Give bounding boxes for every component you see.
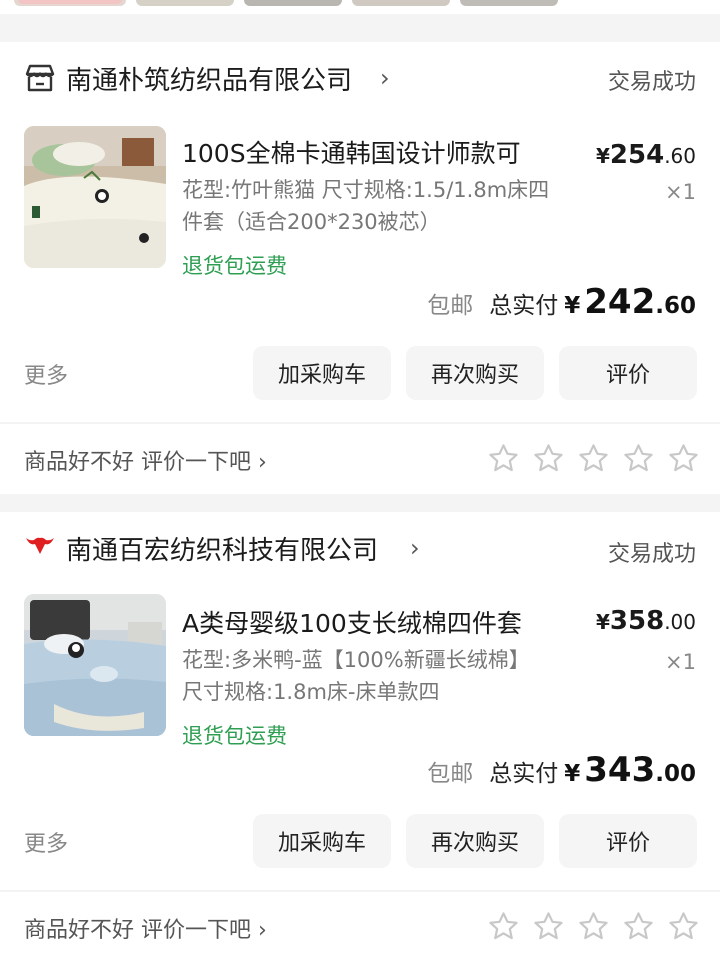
free-shipping-label: 包邮 <box>427 293 474 319</box>
product-image[interactable] <box>24 594 166 736</box>
order-status: 交易成功 <box>607 542 696 567</box>
order-status: 交易成功 <box>607 70 696 95</box>
unit-price: ¥254.60 <box>595 140 696 170</box>
divider <box>0 422 720 424</box>
product-spec: 花型:竹叶熊猫 尺寸规格:1.5/1.8m床四件套（适合200*230被芯） <box>182 178 550 234</box>
more-link[interactable]: 更多 <box>24 358 68 390</box>
rating-stars <box>487 442 700 475</box>
product-title[interactable]: 100S全棉卡通韩国设计师款可 <box>182 134 521 170</box>
more-link[interactable]: 更多 <box>24 826 68 858</box>
refund-shipping-tag: 退货包运费 <box>182 724 287 748</box>
free-shipping-label: 包邮 <box>427 761 474 787</box>
refund-shipping-tag: 退货包运费 <box>182 254 287 278</box>
rate-prompt[interactable]: 商品好不好 评价一下吧 › <box>24 444 267 476</box>
star-icon[interactable] <box>667 910 700 943</box>
star-icon[interactable] <box>622 442 655 475</box>
unit-price: ¥358.00 <box>595 606 696 636</box>
star-icon[interactable] <box>577 910 610 943</box>
chevron-right-icon: › <box>380 64 390 92</box>
total-paid-label: 总实付 <box>489 761 559 787</box>
star-icon[interactable] <box>532 442 565 475</box>
order-card: 南通百宏纺织科技有限公司 › 交易成功 A类母婴级100支长绒棉四件套 花型:多… <box>0 512 720 960</box>
shop-name[interactable]: 南通朴筑纺织品有限公司 <box>66 60 352 97</box>
add-to-cart-button[interactable]: 加采购车 <box>253 346 391 400</box>
quantity: ×1 <box>665 180 696 204</box>
quantity: ×1 <box>665 650 696 674</box>
chevron-right-icon: › <box>251 918 267 943</box>
buy-again-button[interactable]: 再次购买 <box>406 346 544 400</box>
section-gap <box>0 14 720 42</box>
scrolled-thumbnail-strip <box>0 0 720 14</box>
total-paid-amount: 242 <box>584 282 656 322</box>
add-to-cart-button[interactable]: 加采购车 <box>253 814 391 868</box>
product-title[interactable]: A类母婴级100支长绒棉四件套 <box>182 604 522 640</box>
shop-header[interactable]: 南通百宏纺织科技有限公司 › 交易成功 <box>0 512 720 582</box>
review-button[interactable]: 评价 <box>559 814 697 868</box>
store-icon <box>25 64 55 92</box>
order-total: 包邮 总实付 ¥ 343 .00 <box>427 750 696 790</box>
chevron-right-icon: › <box>251 450 267 475</box>
buy-again-button[interactable]: 再次购买 <box>406 814 544 868</box>
star-icon[interactable] <box>487 910 520 943</box>
star-icon[interactable] <box>667 442 700 475</box>
scrolled-thumbnail[interactable] <box>352 0 450 6</box>
rating-stars <box>487 910 700 943</box>
scrolled-thumbnail[interactable] <box>244 0 342 6</box>
shop-header[interactable]: 南通朴筑纺织品有限公司 › 交易成功 <box>0 42 720 112</box>
total-paid-amount: 343 <box>584 750 656 790</box>
bull-icon <box>26 537 54 554</box>
section-gap <box>0 494 720 512</box>
scrolled-thumbnail[interactable] <box>460 0 558 6</box>
review-button[interactable]: 评价 <box>559 346 697 400</box>
star-icon[interactable] <box>487 442 520 475</box>
scrolled-thumbnail[interactable] <box>14 0 126 6</box>
divider <box>0 890 720 892</box>
order-total: 包邮 总实付 ¥ 242 .60 <box>427 282 696 322</box>
rate-prompt[interactable]: 商品好不好 评价一下吧 › <box>24 912 267 944</box>
star-icon[interactable] <box>577 442 610 475</box>
order-card: 南通朴筑纺织品有限公司 › 交易成功 100S全棉卡通韩国设计师款可 花型:竹叶… <box>0 42 720 494</box>
chevron-right-icon: › <box>410 534 420 562</box>
product-spec: 花型:多米鸭-蓝【100%新疆长绒棉】 尺寸规格:1.8m床-床单款四 <box>182 648 530 704</box>
shop-name[interactable]: 南通百宏纺织科技有限公司 <box>66 530 378 567</box>
star-icon[interactable] <box>622 910 655 943</box>
star-icon[interactable] <box>532 910 565 943</box>
product-image[interactable] <box>24 126 166 268</box>
scrolled-thumbnail[interactable] <box>136 0 234 6</box>
total-paid-label: 总实付 <box>489 293 559 319</box>
